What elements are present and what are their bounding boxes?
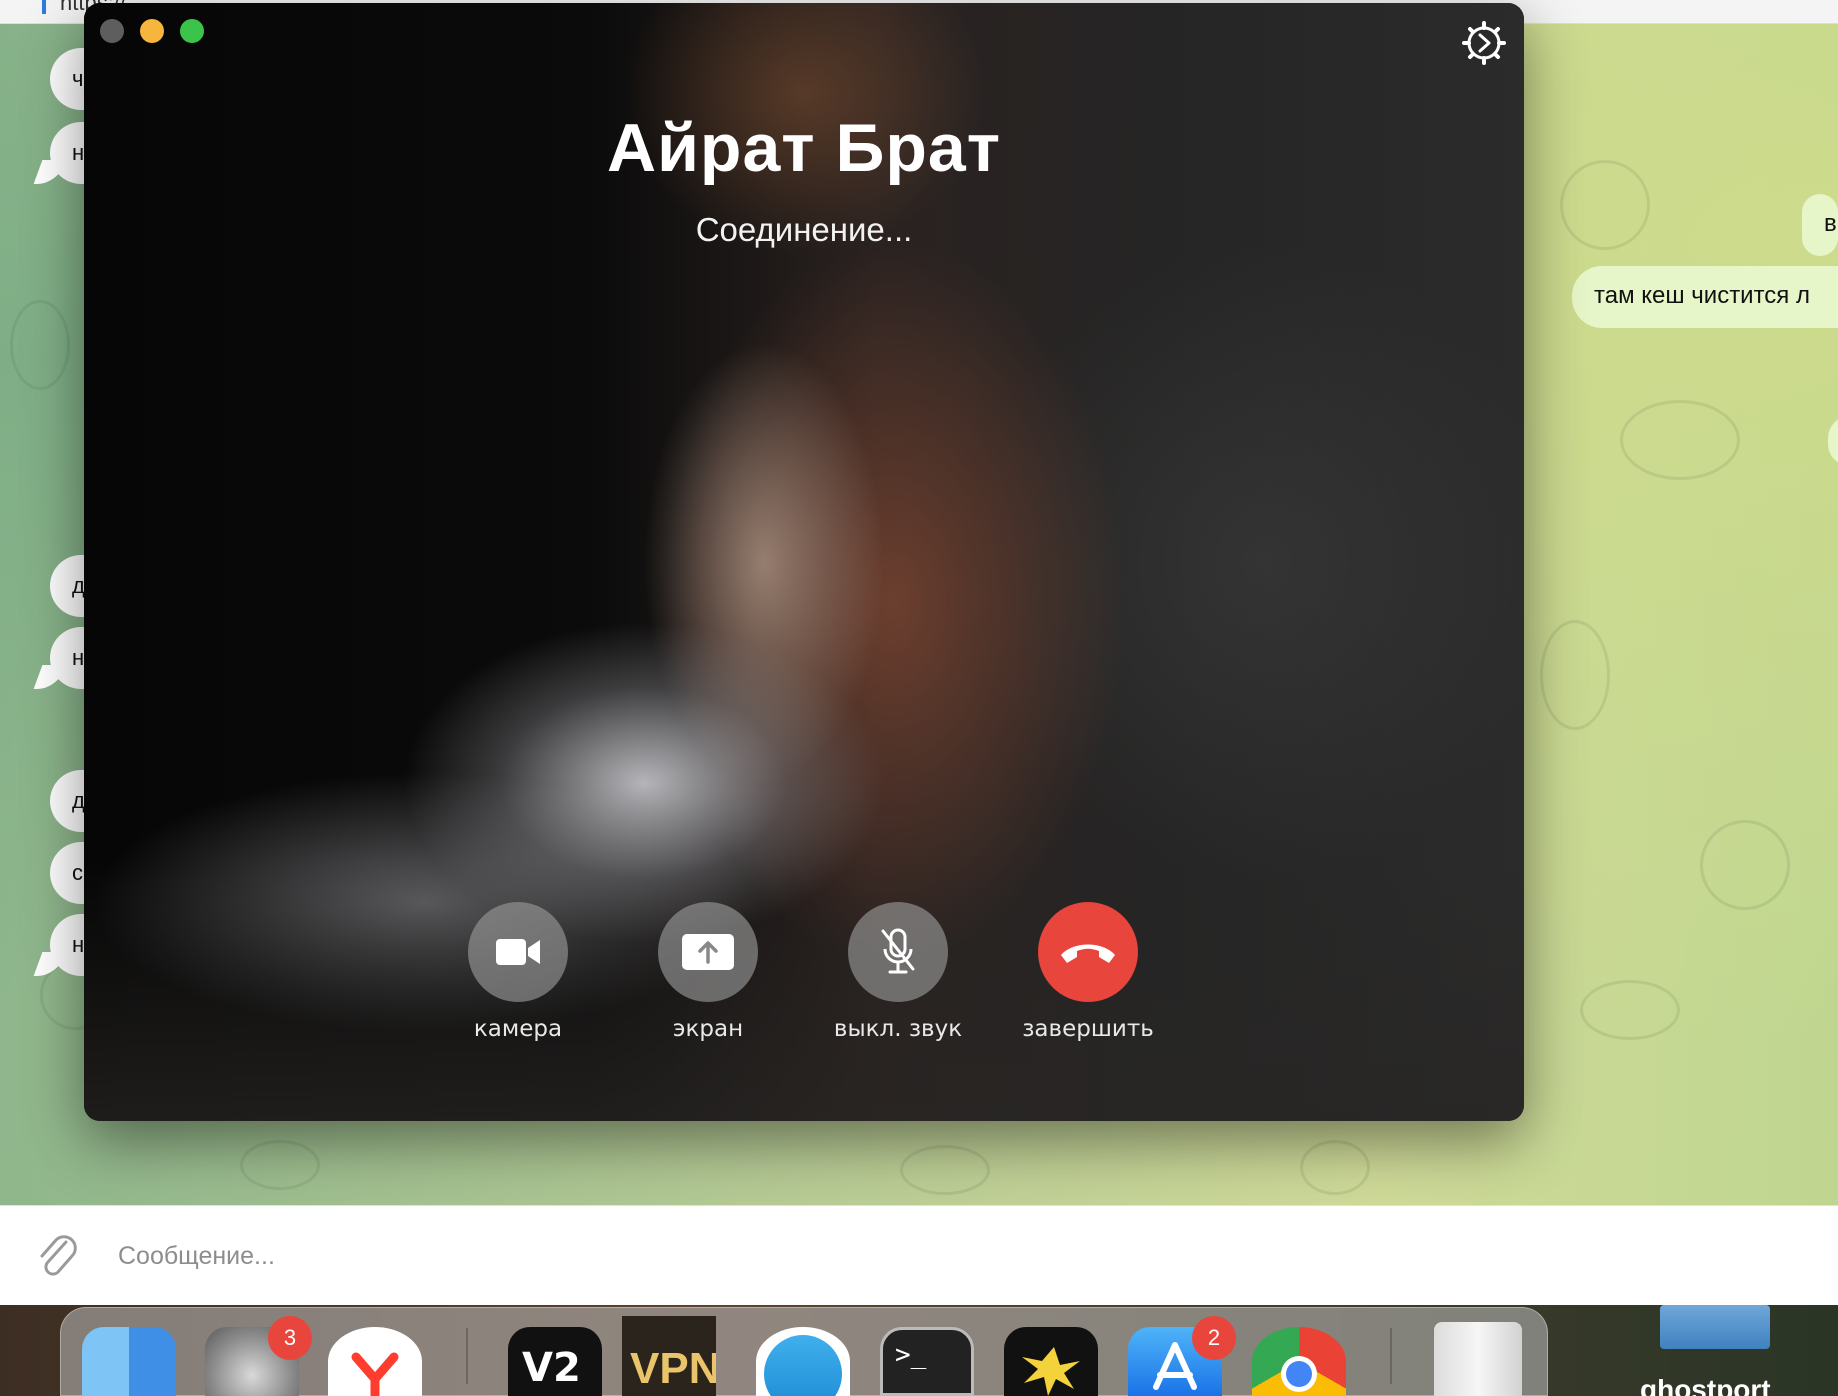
notification-badge: 2 [1192, 1316, 1236, 1360]
camera-button[interactable] [468, 902, 568, 1002]
gear-icon[interactable] [1462, 21, 1506, 65]
outgoing-message-bubble[interactable]: в [1802, 194, 1838, 256]
hang-up-icon [1061, 944, 1115, 963]
telegram-circle [764, 1335, 842, 1396]
doodle [1700, 820, 1790, 910]
call-status: Соединение... [695, 211, 913, 248]
doodle [1300, 1140, 1370, 1195]
video-camera-icon [496, 939, 540, 965]
screen-share-button[interactable] [658, 902, 758, 1002]
telegram-icon[interactable] [756, 1327, 850, 1396]
camera-control: камера [448, 902, 588, 1042]
contact-name: Айрат Брат [607, 110, 1001, 186]
camera-label: камера [473, 1016, 563, 1042]
minimize-window-button[interactable] [140, 19, 164, 43]
mute-label: выкл. звук [833, 1016, 963, 1042]
end-call-control: завершить [1018, 902, 1158, 1042]
finder-icon[interactable] [82, 1327, 176, 1396]
mic-off-icon [881, 928, 915, 974]
notification-badge: 3 [268, 1316, 312, 1360]
pinned-indicator [42, 0, 46, 14]
yandex-y-icon [351, 1352, 399, 1396]
chrome-center-dot [1286, 1361, 1312, 1387]
yandex-browser-icon[interactable] [328, 1327, 422, 1396]
desktop-item-label[interactable]: ghostport [1640, 1374, 1771, 1396]
screen-control: экран [638, 902, 778, 1042]
trash-icon[interactable] [1434, 1322, 1522, 1396]
mute-button[interactable] [848, 902, 948, 1002]
message-input[interactable]: Сообщение... [118, 1242, 275, 1271]
doodle [1580, 980, 1680, 1040]
star-burst-icon [1022, 1347, 1080, 1396]
call-window: Айрат Брат Соединение... камера экран вы… [84, 3, 1524, 1121]
attach-icon[interactable] [36, 1232, 80, 1280]
close-window-button[interactable] [100, 19, 124, 43]
mute-control: выкл. звук [828, 902, 968, 1042]
v2box-icon[interactable]: V2 [508, 1327, 602, 1396]
chrome-icon[interactable] [1252, 1327, 1346, 1396]
doodle [10, 300, 70, 390]
doodle [900, 1145, 990, 1195]
terminal-icon[interactable]: >_ [880, 1327, 974, 1396]
outgoing-message-bubble[interactable]: там кеш чистится л [1572, 266, 1838, 328]
message-composer: Сообщение... [0, 1205, 1838, 1305]
burst-app-icon[interactable] [1004, 1327, 1098, 1396]
end-call-button[interactable] [1038, 902, 1138, 1002]
doodle [1540, 620, 1610, 730]
vpn-icon[interactable]: VPN [622, 1316, 716, 1396]
folder-icon[interactable] [1660, 1305, 1770, 1349]
doodle [1560, 160, 1650, 250]
doodle [1620, 400, 1740, 480]
dock-separator [466, 1328, 468, 1384]
end-call-label: завершить [1022, 1016, 1154, 1042]
dock-separator [1390, 1328, 1392, 1384]
doodle [240, 1140, 320, 1190]
screen-label: экран [672, 1016, 744, 1042]
zoom-window-button[interactable] [180, 19, 204, 43]
screen-share-icon [682, 934, 734, 970]
controls-shade [84, 861, 1524, 1121]
